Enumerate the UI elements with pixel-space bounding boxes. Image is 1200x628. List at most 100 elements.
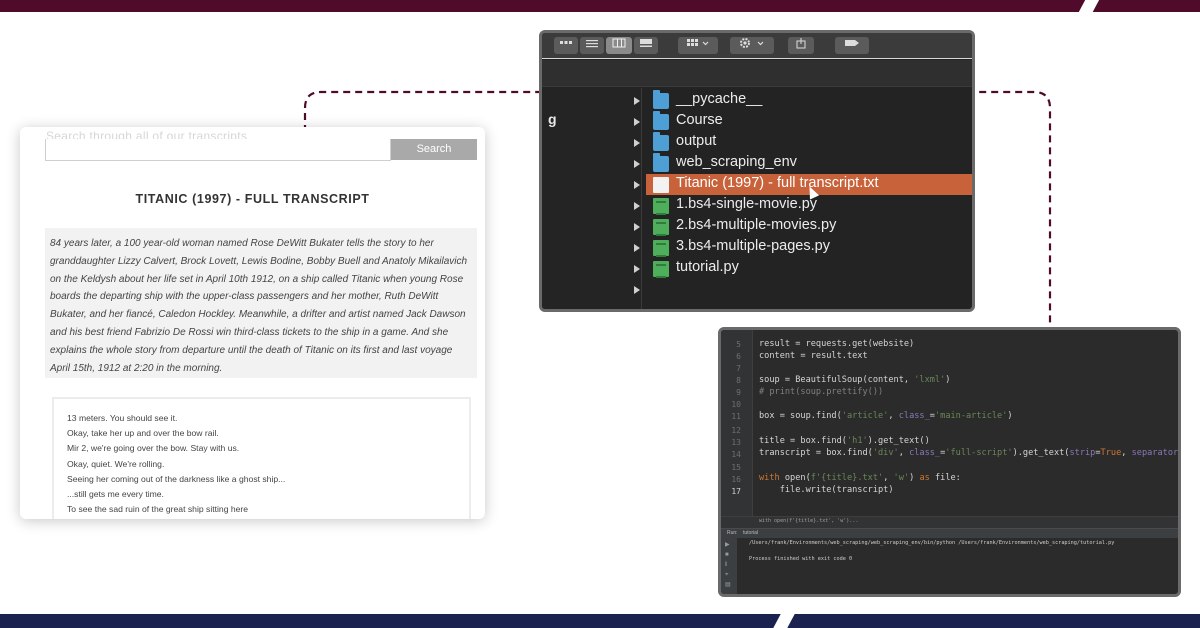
code-line-11[interactable]: box = soup.find('article', class_='main-… bbox=[759, 411, 1013, 421]
transcript-line: ...still gets me every time. bbox=[67, 489, 164, 500]
code-editor-window: 5 6 7 8 9 10 11 12 13 14 15 16 17 result… bbox=[718, 327, 1181, 597]
disclosure-triangle-icon[interactable] bbox=[634, 202, 640, 210]
folder-icon bbox=[653, 153, 669, 172]
page-title: TITANIC (1997) - FULL TRANSCRIPT bbox=[135, 192, 370, 206]
python-file-icon bbox=[653, 261, 669, 278]
file-row-multiple-movies[interactable]: 2.bs4-multiple-movies.py bbox=[646, 216, 972, 237]
disclosure-triangle-icon[interactable] bbox=[634, 97, 640, 105]
code-line-6[interactable]: content = result.text bbox=[759, 351, 868, 361]
transcript-webpage: Search through all of our transcripts Se… bbox=[20, 127, 485, 519]
disclosure-triangle-icon[interactable] bbox=[634, 160, 640, 168]
line-number: 11 bbox=[731, 412, 741, 421]
transcript-line: Okay, quiet. We're rolling. bbox=[67, 458, 165, 469]
top-band-accent bbox=[1092, 0, 1200, 12]
code-line-5[interactable]: result = requests.get(website) bbox=[759, 339, 914, 349]
parent-column-fragment: g bbox=[548, 111, 557, 127]
python-file-icon bbox=[653, 240, 669, 257]
line-number: 5 bbox=[736, 340, 741, 349]
column-view-button[interactable] bbox=[606, 37, 632, 54]
file-name: 3.bs4-multiple-pages.py bbox=[676, 238, 830, 254]
tags-button[interactable] bbox=[835, 37, 869, 54]
line-number: 6 bbox=[736, 352, 741, 361]
file-row-pycache[interactable]: __pycache__ bbox=[646, 90, 972, 111]
text-file-icon bbox=[653, 177, 669, 193]
file-row-tutorial[interactable]: tutorial.py bbox=[646, 258, 972, 279]
file-row-multiple-pages[interactable]: 3.bs4-multiple-pages.py bbox=[646, 237, 972, 258]
file-name: 1.bs4-single-movie.py bbox=[676, 196, 818, 212]
search-button[interactable]: Search bbox=[391, 139, 477, 160]
disclosure-triangle-icon[interactable] bbox=[634, 265, 640, 273]
console-line: Process finished with exit code 0 bbox=[749, 556, 853, 562]
file-name: Titanic (1997) - full transcript.txt bbox=[676, 175, 879, 191]
share-button[interactable] bbox=[788, 37, 814, 54]
code-line-13[interactable]: title = box.find('h1').get_text() bbox=[759, 436, 930, 446]
folder-icon bbox=[653, 90, 669, 109]
transcript-line: Okay, take her up and over the bow rail. bbox=[67, 428, 219, 439]
file-row-web-scraping-env[interactable]: web_scraping_env bbox=[646, 153, 972, 174]
file-name: tutorial.py bbox=[676, 259, 739, 275]
code-line-17[interactable]: file.write(transcript) bbox=[759, 485, 894, 495]
disclosure-triangle-icon[interactable] bbox=[634, 181, 640, 189]
tag-icon bbox=[845, 40, 859, 46]
transcript-line: To see the sad ruin of the great ship si… bbox=[67, 504, 249, 515]
movie-summary: 84 years later, a 100 year-old woman nam… bbox=[45, 228, 477, 378]
transcript-line: Seeing her coming out of the darkness li… bbox=[67, 473, 286, 484]
breadcrumb[interactable]: with open(f'{title}.txt', 'w')... bbox=[759, 518, 858, 524]
file-name: 2.bs4-multiple-movies.py bbox=[676, 217, 837, 233]
file-name: output bbox=[676, 133, 717, 149]
file-row-output[interactable]: output bbox=[646, 132, 972, 153]
run-tab-tutorial[interactable]: tutorial bbox=[743, 530, 758, 536]
pin-icon[interactable]: ⌖ bbox=[725, 572, 732, 578]
action-button[interactable] bbox=[730, 37, 774, 54]
line-number: 14 bbox=[731, 450, 741, 459]
current-line-number: 17 bbox=[731, 487, 741, 496]
folder-icon bbox=[653, 132, 669, 151]
code-line-9[interactable]: # print(soup.prettify()) bbox=[759, 387, 883, 397]
icon-view-button[interactable] bbox=[554, 37, 578, 54]
list-icon bbox=[586, 40, 598, 48]
group-button[interactable] bbox=[678, 37, 718, 54]
share-icon bbox=[796, 38, 806, 49]
folder-icon bbox=[653, 111, 669, 130]
line-number: 9 bbox=[736, 388, 741, 397]
disclosure-triangle-icon[interactable] bbox=[634, 286, 640, 294]
transcript-line: 13 meters. You should see it. bbox=[67, 413, 178, 423]
bottom-brand-band bbox=[0, 614, 1200, 628]
run-panel-header: Run: tutorial bbox=[721, 528, 1178, 538]
disclosure-triangle-icon[interactable] bbox=[634, 244, 640, 252]
search-input[interactable] bbox=[45, 139, 391, 161]
run-toolbar: ▶ ■ ‖ ⌖ ▤ bbox=[721, 538, 737, 594]
columns-icon bbox=[612, 38, 626, 48]
code-line-8[interactable]: soup = BeautifulSoup(content, 'lxml') bbox=[759, 375, 950, 385]
gallery-icon bbox=[640, 39, 652, 47]
finder-parent-column: g bbox=[542, 88, 642, 309]
file-name: __pycache__ bbox=[676, 91, 763, 107]
file-name: Course bbox=[676, 112, 723, 128]
console-line: /Users/frank/Environments/web_scraping/w… bbox=[749, 540, 1115, 546]
code-line-14[interactable]: transcript = box.find('div', class_='ful… bbox=[759, 448, 1178, 458]
rerun-icon[interactable]: ▶ bbox=[725, 542, 732, 548]
finder-toolbar bbox=[542, 33, 972, 59]
list-view-button[interactable] bbox=[580, 37, 604, 54]
pause-icon[interactable]: ‖ bbox=[725, 562, 732, 568]
editor-breadcrumb-bar: with open(f'{title}.txt', 'w')... bbox=[721, 516, 1178, 528]
line-number: 15 bbox=[731, 463, 741, 472]
code-line-16[interactable]: with open(f'{title}.txt', 'w') as file: bbox=[759, 473, 961, 483]
file-row-course[interactable]: Course bbox=[646, 111, 972, 132]
grid-icon bbox=[560, 41, 572, 44]
gallery-view-button[interactable] bbox=[634, 37, 658, 54]
disclosure-triangle-icon[interactable] bbox=[634, 139, 640, 147]
disclosure-triangle-icon[interactable] bbox=[634, 118, 640, 126]
transcript-line: Mir 2, we're going over the bow. Stay wi… bbox=[67, 443, 240, 454]
python-file-icon bbox=[653, 219, 669, 236]
print-icon[interactable]: ▤ bbox=[725, 582, 732, 588]
line-number: 8 bbox=[736, 376, 741, 385]
finder-path-bar bbox=[542, 60, 972, 87]
finder-window: g __pycache__ Course output web_scraping… bbox=[539, 30, 975, 312]
stop-icon[interactable]: ■ bbox=[725, 552, 732, 558]
disclosure-triangle-icon[interactable] bbox=[634, 223, 640, 231]
group-grid-icon bbox=[687, 39, 709, 46]
line-number: 13 bbox=[731, 438, 741, 447]
line-number: 7 bbox=[736, 364, 741, 373]
file-name: web_scraping_env bbox=[676, 154, 797, 170]
